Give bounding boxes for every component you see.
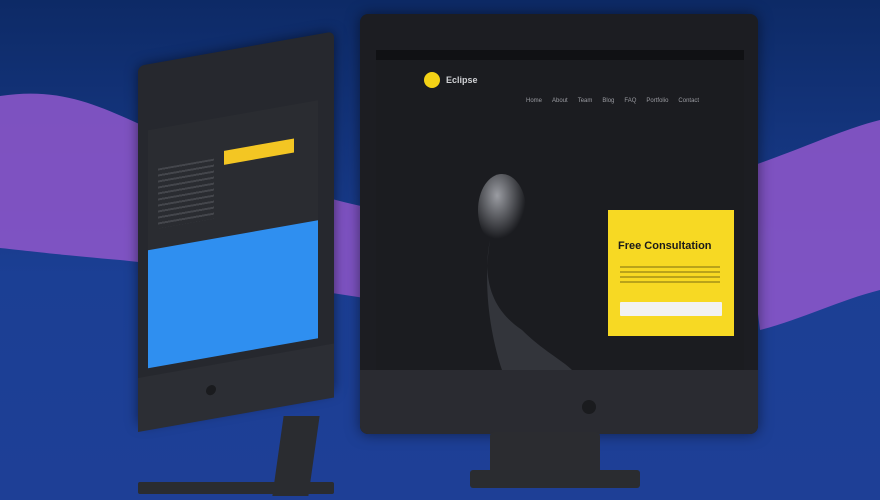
nav-item[interactable]: Team bbox=[578, 98, 593, 104]
right-monitor-foot bbox=[470, 470, 640, 488]
left-screen-blue-section bbox=[148, 220, 318, 414]
site-brand[interactable]: Eclipse bbox=[424, 72, 478, 88]
right-monitor-bezel: Eclipse Home About Team Blog FAQ Portfol… bbox=[360, 14, 758, 434]
consultation-cta: Free Consultation bbox=[608, 210, 734, 336]
cta-description bbox=[620, 266, 720, 286]
cta-title: Free Consultation bbox=[618, 240, 712, 252]
left-monitor-screen bbox=[148, 100, 318, 414]
cta-email-input[interactable] bbox=[620, 302, 722, 316]
nav-item[interactable]: Contact bbox=[678, 98, 699, 104]
site-top-bar bbox=[376, 50, 744, 60]
brand-logo-icon bbox=[424, 72, 440, 88]
left-screen-text-block bbox=[158, 158, 214, 229]
brand-name: Eclipse bbox=[446, 75, 478, 85]
nav-item[interactable]: Home bbox=[526, 98, 542, 104]
apple-logo-icon bbox=[206, 384, 216, 397]
nav-item[interactable]: About bbox=[552, 98, 568, 104]
left-monitor-bezel bbox=[138, 31, 334, 432]
right-monitor-chin bbox=[360, 370, 758, 434]
left-monitor bbox=[138, 31, 338, 496]
left-monitor-foot bbox=[138, 482, 334, 494]
nav-item[interactable]: Blog bbox=[602, 98, 614, 104]
right-monitor-screen: Eclipse Home About Team Blog FAQ Portfol… bbox=[376, 50, 744, 370]
site-nav: Home About Team Blog FAQ Portfolio Conta… bbox=[526, 98, 699, 104]
hero-portrait-image bbox=[478, 174, 572, 370]
mockup-scene: Eclipse Home About Team Blog FAQ Portfol… bbox=[0, 0, 880, 500]
left-screen-yellow-banner bbox=[224, 138, 294, 165]
apple-logo-icon bbox=[582, 400, 596, 414]
nav-item[interactable]: FAQ bbox=[624, 98, 636, 104]
nav-item[interactable]: Portfolio bbox=[646, 98, 668, 104]
right-monitor: Eclipse Home About Team Blog FAQ Portfol… bbox=[360, 14, 760, 494]
